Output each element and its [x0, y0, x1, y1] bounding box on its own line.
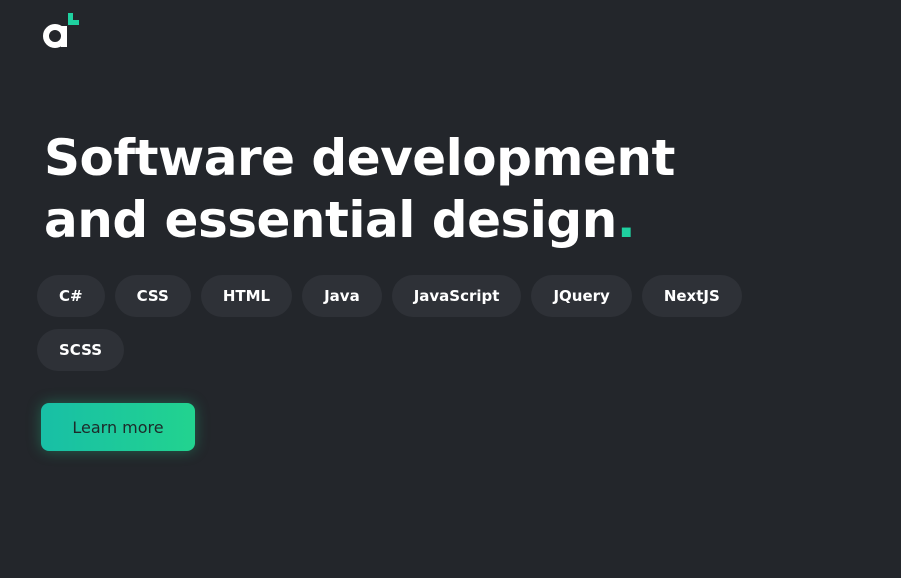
tag-nextjs[interactable]: NextJS — [641, 275, 742, 317]
hero-title-line-2: and essential design. — [44, 189, 804, 251]
brand-logo-icon — [43, 13, 79, 48]
accent-dot: . — [616, 191, 636, 249]
tag-html[interactable]: HTML — [200, 275, 293, 317]
tag-javascript[interactable]: JavaScript — [391, 275, 522, 317]
tech-tags: C# CSS HTML Java JavaScript JQuery NextJ… — [37, 275, 777, 371]
hero-title: Software development and essential desig… — [44, 127, 804, 251]
brand-logo[interactable] — [42, 13, 82, 49]
hero-title-line-2-text: and essential design — [44, 191, 617, 249]
tag-scss[interactable]: SCSS — [37, 329, 125, 371]
hero-title-line-1: Software development — [44, 129, 675, 187]
tag-java[interactable]: Java — [302, 275, 382, 317]
tag-css[interactable]: CSS — [114, 275, 191, 317]
learn-more-button[interactable]: Learn more — [41, 403, 195, 451]
tag-jquery[interactable]: JQuery — [531, 275, 632, 317]
page: Software development and essential desig… — [0, 0, 901, 578]
tag-csharp[interactable]: C# — [37, 275, 105, 317]
